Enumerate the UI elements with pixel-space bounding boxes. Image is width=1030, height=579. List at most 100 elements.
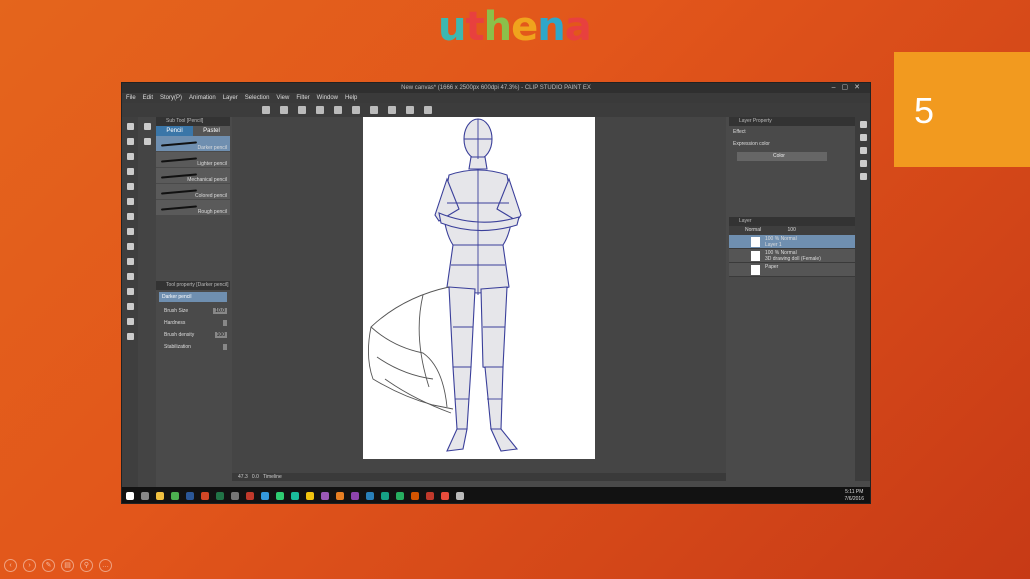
layer-row[interactable]: 100 % Normal Layer 1 bbox=[729, 235, 855, 249]
brush-tool-icon[interactable] bbox=[126, 213, 134, 220]
canvas-area[interactable] bbox=[232, 117, 726, 473]
app-icon[interactable] bbox=[231, 492, 239, 500]
history-icon[interactable] bbox=[860, 173, 867, 180]
subtool-panel: Sub Tool [Pencil] Pencil Pastel Darker p… bbox=[156, 117, 230, 277]
menu-edit[interactable]: Edit bbox=[143, 93, 153, 103]
figure-tool-icon[interactable] bbox=[126, 303, 134, 310]
app-icon[interactable] bbox=[366, 492, 374, 500]
excel-icon[interactable] bbox=[216, 492, 224, 500]
eraser-tool-icon[interactable] bbox=[126, 243, 134, 250]
slide-number: 5 bbox=[894, 52, 1030, 167]
brush-item[interactable]: Darker pencil bbox=[156, 136, 230, 152]
menu-window[interactable]: Window bbox=[317, 93, 338, 103]
start-icon[interactable] bbox=[126, 492, 134, 500]
gradient-tool-icon[interactable] bbox=[126, 288, 134, 295]
chrome-icon[interactable] bbox=[171, 492, 179, 500]
subtool-pencil-icon[interactable] bbox=[143, 123, 151, 130]
canvas-paper[interactable] bbox=[363, 117, 595, 459]
pen-tool-icon[interactable] bbox=[126, 183, 134, 190]
more-options-icon[interactable]: … bbox=[99, 559, 112, 572]
app-icon[interactable] bbox=[351, 492, 359, 500]
file-explorer-icon[interactable] bbox=[156, 492, 164, 500]
menu-file[interactable]: File bbox=[126, 93, 136, 103]
save-icon[interactable] bbox=[298, 106, 306, 114]
brush-item[interactable]: Lighter pencil bbox=[156, 152, 230, 168]
move-tool-icon[interactable] bbox=[126, 138, 134, 145]
blend-mode-select[interactable]: Normal bbox=[745, 227, 761, 233]
blend-tool-icon[interactable] bbox=[126, 258, 134, 265]
expression-color-select[interactable]: Color bbox=[737, 152, 827, 161]
airbrush-tool-icon[interactable] bbox=[126, 228, 134, 235]
text-tool-icon[interactable] bbox=[126, 318, 134, 325]
zoom-icon[interactable]: ⚲ bbox=[80, 559, 93, 572]
eyedropper-tool-icon[interactable] bbox=[126, 168, 134, 175]
task-view-icon[interactable] bbox=[141, 492, 149, 500]
prop-row[interactable]: Stabilization bbox=[156, 340, 230, 352]
layer-property-icon[interactable] bbox=[860, 134, 867, 141]
menu-story[interactable]: Story(P) bbox=[160, 93, 182, 103]
app-icon[interactable] bbox=[336, 492, 344, 500]
prop-row[interactable]: Brush Size 10.0 bbox=[156, 304, 230, 316]
prop-row[interactable]: Hardness bbox=[156, 316, 230, 328]
app-icon[interactable] bbox=[306, 492, 314, 500]
layer-icon[interactable] bbox=[860, 160, 867, 167]
transform-icon[interactable] bbox=[388, 106, 396, 114]
zoom-tool-icon[interactable] bbox=[126, 123, 134, 130]
ruler-icon[interactable] bbox=[424, 106, 432, 114]
menu-animation[interactable]: Animation bbox=[189, 93, 216, 103]
prev-slide-icon[interactable]: ‹ bbox=[4, 559, 17, 572]
clip-studio-icon[interactable] bbox=[456, 492, 464, 500]
snap-icon[interactable] bbox=[406, 106, 414, 114]
rotate-readout[interactable]: 0.0 bbox=[252, 474, 259, 480]
layer-thumbnail bbox=[751, 265, 760, 275]
menu-layer[interactable]: Layer bbox=[223, 93, 238, 103]
prop-row[interactable]: Brush density 100 bbox=[156, 328, 230, 340]
app-icon[interactable] bbox=[381, 492, 389, 500]
powerpoint-icon[interactable] bbox=[201, 492, 209, 500]
menu-help[interactable]: Help bbox=[345, 93, 357, 103]
next-slide-icon[interactable]: › bbox=[23, 559, 36, 572]
color-wheel-icon[interactable] bbox=[860, 147, 867, 154]
app-icon[interactable] bbox=[276, 492, 284, 500]
open-icon[interactable] bbox=[280, 106, 288, 114]
timeline-tab[interactable]: Timeline bbox=[263, 474, 282, 480]
word-icon[interactable] bbox=[186, 492, 194, 500]
layer-row[interactable]: Paper bbox=[729, 263, 855, 277]
pencil-tool-icon[interactable] bbox=[126, 198, 134, 205]
app-icon[interactable] bbox=[261, 492, 269, 500]
color-swatch-icon[interactable] bbox=[126, 333, 134, 340]
new-icon[interactable] bbox=[262, 106, 270, 114]
brush-item[interactable]: Mechanical pencil bbox=[156, 168, 230, 184]
menu-filter[interactable]: Filter bbox=[296, 93, 309, 103]
brush-item[interactable]: Colored pencil bbox=[156, 184, 230, 200]
tab-pencil[interactable]: Pencil bbox=[156, 126, 193, 136]
blend-mode-row[interactable]: Normal 100 bbox=[729, 226, 855, 235]
zoom-readout[interactable]: 47.3 bbox=[238, 474, 248, 480]
undo-icon[interactable] bbox=[316, 106, 324, 114]
taskbar-clock[interactable]: 5:11 PM 7/6/2016 bbox=[845, 489, 864, 503]
app-icon[interactable] bbox=[246, 492, 254, 500]
app-icon[interactable] bbox=[396, 492, 404, 500]
app-icon[interactable] bbox=[426, 492, 434, 500]
fill-icon[interactable] bbox=[370, 106, 378, 114]
opacity-value[interactable]: 100 bbox=[788, 227, 796, 233]
redo-icon[interactable] bbox=[334, 106, 342, 114]
navigator-icon[interactable] bbox=[860, 121, 867, 128]
brush-item[interactable]: Rough pencil bbox=[156, 200, 230, 216]
select-tool-icon[interactable] bbox=[126, 153, 134, 160]
layer-thumbnail bbox=[751, 251, 760, 261]
clear-icon[interactable] bbox=[352, 106, 360, 114]
pen-icon[interactable]: ✎ bbox=[42, 559, 55, 572]
subtool-pastel-icon[interactable] bbox=[143, 138, 151, 145]
app-icon[interactable] bbox=[291, 492, 299, 500]
window-controls[interactable]: –▢✕ bbox=[832, 83, 866, 93]
layer-row[interactable]: 100 % Normal 3D drawing doll (Female) bbox=[729, 249, 855, 263]
tab-pastel[interactable]: Pastel bbox=[193, 126, 230, 136]
app-icon[interactable] bbox=[321, 492, 329, 500]
menu-view[interactable]: View bbox=[276, 93, 289, 103]
app-icon[interactable] bbox=[411, 492, 419, 500]
app-icon[interactable] bbox=[441, 492, 449, 500]
slides-icon[interactable]: ▤ bbox=[61, 559, 74, 572]
fill-tool-icon[interactable] bbox=[126, 273, 134, 280]
menu-selection[interactable]: Selection bbox=[245, 93, 270, 103]
